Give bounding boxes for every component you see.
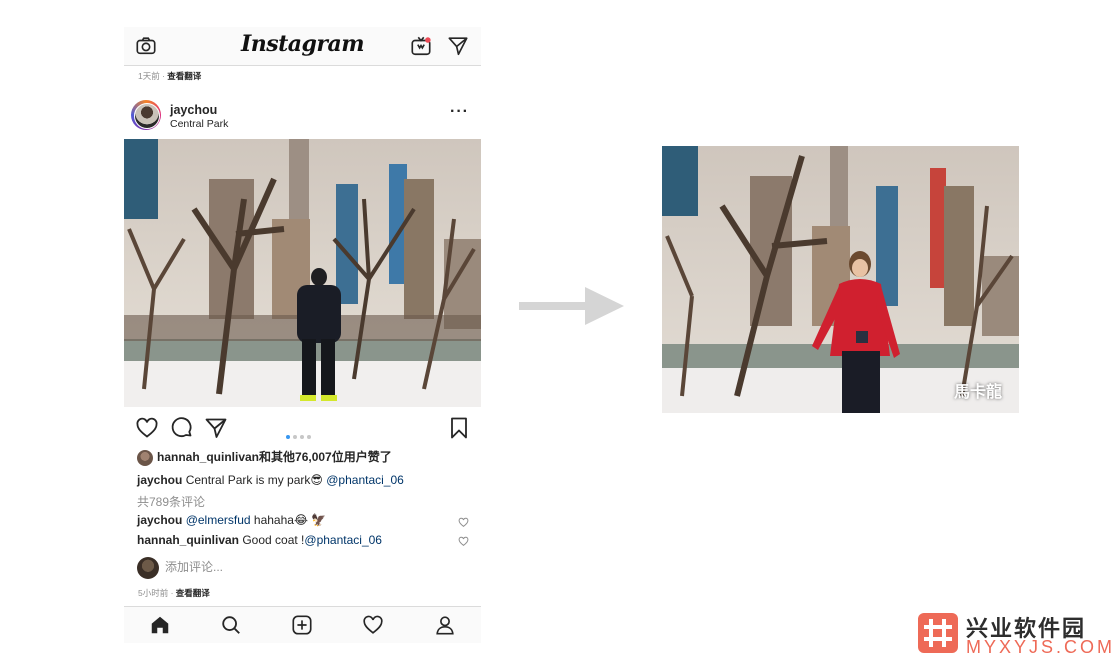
profile-icon[interactable]	[434, 614, 456, 636]
comment-text: Good coat !	[239, 533, 305, 547]
site-logo-icon	[918, 613, 958, 653]
caption-username[interactable]: jaychou	[137, 473, 182, 487]
top-bar: Instagram	[124, 27, 481, 66]
post-username[interactable]: jaychou	[170, 103, 217, 117]
add-comment-placeholder[interactable]: 添加评论...	[165, 560, 223, 574]
heart-icon[interactable]	[135, 416, 159, 440]
comment-like-heart-icon[interactable]	[458, 536, 469, 547]
likes-summary[interactable]: hannah_quinlivan和其他76,007位用户赞了	[137, 448, 392, 466]
caption-text: Central Park is my park😎	[185, 473, 327, 487]
add-post-icon[interactable]	[291, 614, 313, 636]
direct-message-icon[interactable]	[447, 35, 469, 57]
view-all-comments-link[interactable]: 共789条评论	[137, 493, 205, 510]
comment-mention[interactable]: @elmersfud	[186, 513, 251, 527]
comment-item: hannah_quinlivan Good coat !@phantaci_06	[137, 533, 382, 547]
photo-watermark: 馬卡龍	[954, 382, 1003, 401]
carousel-dot	[300, 435, 304, 439]
activity-heart-icon[interactable]	[362, 614, 384, 636]
site-url: MYXYJS.COM	[966, 637, 1116, 657]
instagram-screen: Instagram 1天前 · 查看翻译 jaychou Central Par…	[124, 27, 481, 643]
bookmark-icon[interactable]	[447, 416, 471, 440]
comment-username[interactable]: hannah_quinlivan	[137, 533, 239, 547]
igtv-icon[interactable]	[410, 35, 432, 57]
post-photo[interactable]	[124, 139, 481, 407]
carousel-dot	[293, 435, 297, 439]
comment-item: jaychou @elmersfud hahaha😂 🦅	[137, 513, 326, 527]
liker-name[interactable]: hannah_quinlivan	[157, 450, 259, 464]
my-avatar	[137, 557, 159, 579]
carousel-indicator	[286, 426, 314, 444]
right-arrow-icon	[519, 287, 624, 325]
post-location[interactable]: Central Park	[170, 118, 228, 130]
liker-avatar	[137, 449, 153, 466]
more-options-icon[interactable]: ···	[450, 103, 469, 121]
previous-post-time: 1天前 · 查看翻译	[138, 71, 202, 81]
post-header: jaychou Central Park ···	[124, 97, 481, 137]
comment-like-heart-icon[interactable]	[458, 517, 469, 528]
bottom-nav-bar	[124, 606, 481, 643]
comment-text: hahaha😂 🦅	[250, 513, 327, 527]
comment-icon[interactable]	[170, 416, 194, 440]
likes-count-text: 和其他76,007位用户赞了	[259, 450, 392, 464]
carousel-dot	[286, 435, 290, 439]
user-avatar[interactable]	[131, 100, 161, 130]
search-icon[interactable]	[220, 614, 242, 636]
post-action-bar	[124, 413, 481, 443]
comparison-photo	[662, 146, 1019, 413]
caption-mention[interactable]: @phantaci_06	[326, 473, 404, 487]
post-time: 5小时前 · 查看翻译	[138, 588, 210, 598]
comment-username[interactable]: jaychou	[137, 513, 182, 527]
translate-link[interactable]: 查看翻译	[167, 71, 201, 81]
translate-link[interactable]: 查看翻译	[176, 588, 210, 598]
post-caption: jaychou Central Park is my park😎 @phanta…	[137, 473, 404, 487]
share-icon[interactable]	[204, 416, 228, 440]
add-comment-field[interactable]: 添加评论...	[137, 557, 223, 579]
carousel-dot	[307, 435, 311, 439]
home-icon[interactable]	[149, 614, 171, 636]
comment-mention[interactable]: @phantaci_06	[304, 533, 382, 547]
